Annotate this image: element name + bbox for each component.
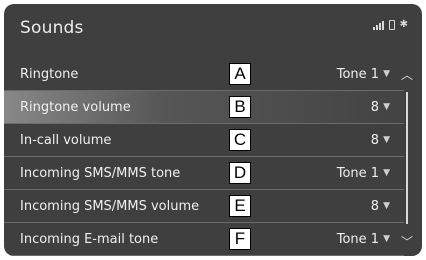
chevron-down-icon: ▼ xyxy=(383,69,390,79)
setting-label: Incoming E-mail tone xyxy=(20,231,159,247)
setting-value: Tone 1 xyxy=(336,165,380,181)
setting-row-ringtone-volume[interactable]: Ringtone volume 8 ▼ xyxy=(4,91,404,124)
setting-value-dropdown[interactable]: 8 ▼ xyxy=(371,133,390,148)
setting-row-email-tone[interactable]: Incoming E-mail tone Tone 1 ▼ xyxy=(4,223,404,256)
setting-value-dropdown[interactable]: Tone 1 ▼ xyxy=(337,67,390,82)
chevron-down-icon: ▼ xyxy=(383,102,390,112)
setting-value: Tone 1 xyxy=(336,231,380,247)
display-screen: Sounds ✱ Ringtone Tone 1 ▼ Ringtone volum… xyxy=(4,4,422,256)
callout-f: F xyxy=(229,228,251,250)
callout-b: B xyxy=(229,96,251,118)
setting-value: Tone 1 xyxy=(336,66,380,82)
settings-list: Ringtone Tone 1 ▼ Ringtone volume 8 ▼ In-c… xyxy=(4,58,404,256)
setting-row-ringtone[interactable]: Ringtone Tone 1 ▼ xyxy=(4,58,404,91)
chevron-down-icon: ▼ xyxy=(383,135,390,145)
phone-icon xyxy=(388,20,395,30)
scrollbar[interactable]: ︿ ﹀ xyxy=(396,66,418,250)
setting-label: Ringtone xyxy=(20,66,79,82)
setting-value: 8 xyxy=(370,99,380,115)
setting-value-dropdown[interactable]: 8 ▼ xyxy=(371,199,390,214)
setting-value: 8 xyxy=(370,198,380,214)
setting-row-in-call-volume[interactable]: In-call volume 8 ▼ xyxy=(4,124,404,157)
scroll-down-icon[interactable]: ﹀ xyxy=(396,233,418,250)
setting-label: Incoming SMS/MMS volume xyxy=(20,198,200,214)
setting-row-sms-tone[interactable]: Incoming SMS/MMS tone Tone 1 ▼ xyxy=(4,157,404,190)
chevron-down-icon: ▼ xyxy=(383,168,390,178)
signal-icon xyxy=(372,21,384,30)
bluetooth-icon: ✱ xyxy=(399,19,408,30)
setting-label: In-call volume xyxy=(20,132,112,148)
setting-row-sms-volume[interactable]: Incoming SMS/MMS volume 8 ▼ xyxy=(4,190,404,223)
setting-label: Ringtone volume xyxy=(20,99,131,115)
chevron-down-icon: ▼ xyxy=(383,201,390,211)
callout-e: E xyxy=(229,195,251,217)
status-bar: ✱ xyxy=(372,19,408,30)
setting-value-dropdown[interactable]: Tone 1 ▼ xyxy=(337,232,390,247)
scroll-track[interactable] xyxy=(406,92,408,224)
setting-value: 8 xyxy=(370,132,380,148)
callout-d: D xyxy=(229,162,251,184)
callout-a: A xyxy=(229,63,251,85)
chevron-down-icon: ▼ xyxy=(383,234,390,244)
setting-label: Incoming SMS/MMS tone xyxy=(20,165,181,181)
page-title: Sounds xyxy=(20,18,84,38)
setting-value-dropdown[interactable]: Tone 1 ▼ xyxy=(337,166,390,181)
scroll-up-icon[interactable]: ︿ xyxy=(396,66,418,83)
callout-c: C xyxy=(229,129,251,151)
setting-value-dropdown[interactable]: 8 ▼ xyxy=(371,100,390,115)
